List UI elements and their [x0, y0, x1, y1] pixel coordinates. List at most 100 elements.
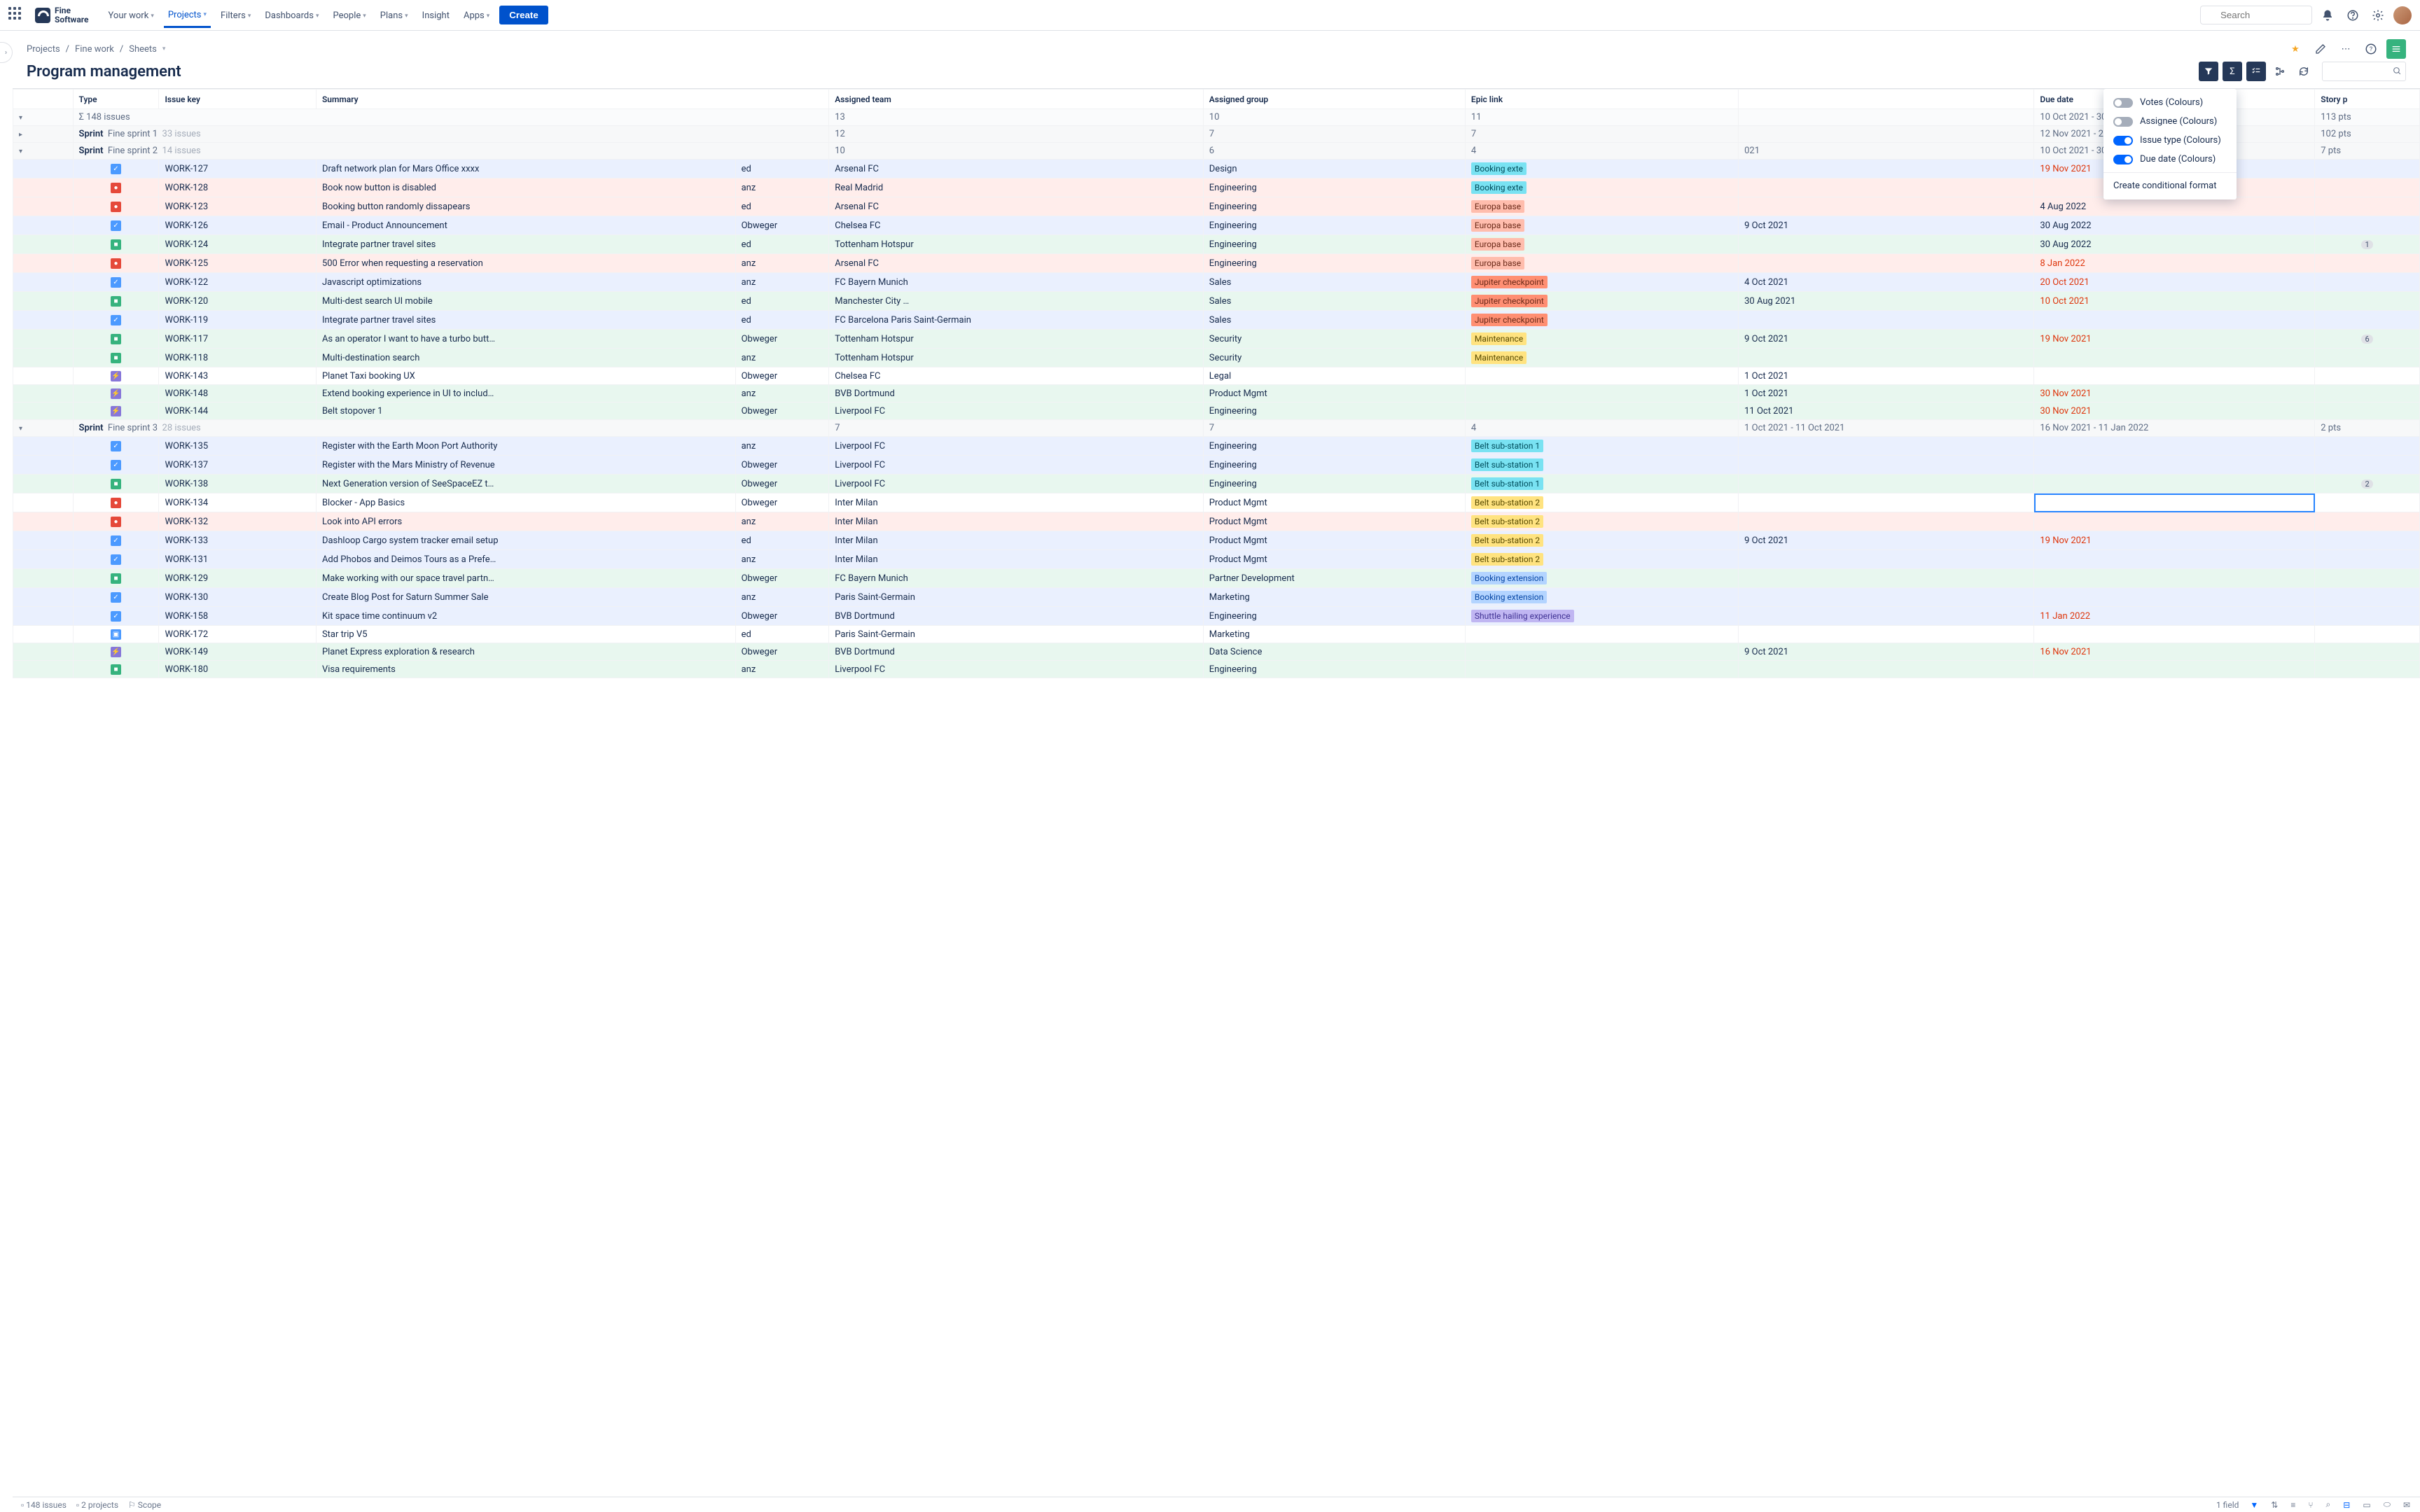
issue-pts [2315, 292, 2420, 311]
help-icon[interactable] [2343, 6, 2363, 25]
footer-funnel-icon[interactable]: ▼ [2248, 1500, 2260, 1510]
hierarchy-button[interactable] [2270, 62, 2290, 81]
sprint-row[interactable]: ▾ Sprint Fine sprint 3 28 issues 7741 Oc… [13, 420, 2420, 437]
view-funnel-button[interactable] [2199, 62, 2218, 81]
table-row[interactable]: ■ WORK-138 Next Generation version of Se… [13, 475, 2420, 493]
logo[interactable]: FineSoftware [35, 6, 89, 24]
star-icon[interactable]: ★ [2286, 39, 2305, 59]
footer-columns-icon[interactable]: ⊟ [2342, 1500, 2351, 1510]
pop-issuetype[interactable]: Issue type (Colours) [2103, 131, 2237, 150]
table-row[interactable]: ● WORK-132 Look into API errors anz Inte… [13, 512, 2420, 531]
table-row[interactable]: ● WORK-128 Book now button is disabled a… [13, 178, 2420, 197]
col-group[interactable]: Assigned group [1203, 90, 1465, 109]
issue-group: Design [1203, 160, 1465, 178]
global-search-input[interactable] [2200, 6, 2312, 24]
col-summary[interactable]: Summary [316, 90, 828, 109]
settings-icon[interactable] [2368, 6, 2388, 25]
issue-key: WORK-124 [159, 235, 316, 254]
issue-assignee: Obweger [735, 456, 829, 475]
table-row[interactable]: ■ WORK-120 Multi-dest search UI mobile e… [13, 292, 2420, 311]
table-row[interactable]: ● WORK-123 Booking button randomly dissa… [13, 197, 2420, 216]
pop-assignee[interactable]: Assignee (Colours) [2103, 112, 2237, 131]
footer-list-icon[interactable]: ≡ [2289, 1500, 2297, 1510]
table-row[interactable]: ⚡ WORK-149 Planet Express exploration & … [13, 643, 2420, 661]
notifications-icon[interactable] [2318, 6, 2337, 25]
table-row[interactable]: ✓ WORK-130 Create Blog Post for Saturn S… [13, 588, 2420, 607]
nav-apps[interactable]: Apps▾ [459, 3, 494, 28]
user-avatar[interactable] [2393, 6, 2412, 24]
table-row[interactable]: ■ WORK-117 As an operator I want to have… [13, 330, 2420, 349]
nav-plans[interactable]: Plans▾ [376, 3, 412, 28]
table-row[interactable]: ● WORK-125 500 Error when requesting a r… [13, 254, 2420, 273]
sprint-row[interactable]: ▸ Sprint Fine sprint 1 33 issues 127712 … [13, 126, 2420, 143]
table-row[interactable]: ✓ WORK-133 Dashloop Cargo system tracker… [13, 531, 2420, 550]
pop-create-format[interactable]: Create conditional format [2103, 176, 2237, 195]
pop-votes[interactable]: Votes (Colours) [2103, 93, 2237, 112]
nav-insight[interactable]: Insight [418, 3, 454, 28]
table-row[interactable]: ■ WORK-118 Multi-destination search anz … [13, 349, 2420, 368]
footer-branch-icon[interactable]: ⑂ [2307, 1500, 2314, 1510]
sidebar-expand-handle[interactable]: › [0, 42, 13, 63]
table-row[interactable]: ✓ WORK-126 Email - Product Announcement … [13, 216, 2420, 235]
table-row[interactable]: ⚡ WORK-144 Belt stopover 1 Obweger Liver… [13, 402, 2420, 420]
nav-filters[interactable]: Filters▾ [216, 3, 255, 28]
toggle-off-icon[interactable] [2113, 117, 2133, 127]
svg-text:?: ? [2370, 46, 2372, 53]
pop-duedate[interactable]: Due date (Colours) [2103, 150, 2237, 169]
crumb-sheets[interactable]: Sheets [129, 44, 157, 55]
table-row[interactable]: ■ WORK-180 Visa requirements anz Liverpo… [13, 661, 2420, 678]
table-row[interactable]: ✓ WORK-131 Add Phobos and Deimos Tours a… [13, 550, 2420, 569]
view-checklist-button[interactable] [2246, 62, 2266, 81]
table-row[interactable]: ■ WORK-124 Integrate partner travel site… [13, 235, 2420, 254]
crumb-projects[interactable]: Projects [27, 44, 60, 55]
nav-dashboards[interactable]: Dashboards▾ [260, 3, 323, 28]
issue-key: WORK-158 [159, 607, 316, 626]
app-switcher-icon[interactable] [8, 7, 25, 24]
sheet-view-icon[interactable] [2386, 39, 2406, 59]
more-icon[interactable]: ⋯ [2336, 39, 2356, 59]
create-button[interactable]: Create [499, 6, 548, 24]
footer-search-icon[interactable]: ⌕ [2325, 1499, 2332, 1510]
table-row[interactable]: ■ WORK-129 Make working with our space t… [13, 569, 2420, 588]
footer-sort-icon[interactable]: ⇅ [2269, 1500, 2279, 1510]
footer-toggle-icon[interactable]: ⬭ [2382, 1499, 2392, 1510]
table-row[interactable]: ⚡ WORK-148 Extend booking experience in … [13, 385, 2420, 402]
footer-scope[interactable]: ⚐ Scope [128, 1500, 161, 1510]
issue-key: WORK-148 [159, 385, 316, 402]
col-type[interactable]: Type [73, 90, 159, 109]
table-row[interactable]: ✓ WORK-127 Draft network plan for Mars O… [13, 160, 2420, 178]
footer-chart-icon[interactable]: ▭ [2361, 1500, 2372, 1510]
table-row[interactable]: ✓ WORK-119 Integrate partner travel site… [13, 311, 2420, 330]
col-epic[interactable]: Epic link [1465, 90, 1738, 109]
footer-issues[interactable]: ▫ 148 issues [21, 1500, 67, 1510]
table-row[interactable]: ✓ WORK-135 Register with the Earth Moon … [13, 437, 2420, 456]
table-row[interactable]: ▣ WORK-172 Star trip V5 ed Paris Saint-G… [13, 626, 2420, 643]
toggle-off-icon[interactable] [2113, 98, 2133, 108]
edit-icon[interactable] [2311, 39, 2330, 59]
refresh-button[interactable] [2294, 62, 2314, 81]
crumb-finework[interactable]: Fine work [75, 44, 114, 55]
footer-projects[interactable]: ▫ 2 projects [76, 1500, 118, 1510]
nav-your-work[interactable]: Your work▾ [104, 3, 158, 28]
issue-epic: Maintenance [1465, 330, 1738, 349]
table-row[interactable]: ✓ WORK-137 Register with the Mars Minist… [13, 456, 2420, 475]
sprint-row[interactable]: ▾ Sprint Fine sprint 2 14 issues 1064021… [13, 143, 2420, 160]
table-row[interactable]: ⚡ WORK-143 Planet Taxi booking UX Obwege… [13, 368, 2420, 385]
table-row[interactable]: ● WORK-134 Blocker - App Basics Obweger … [13, 493, 2420, 512]
issue-key: WORK-138 [159, 475, 316, 493]
help-page-icon[interactable]: ? [2361, 39, 2381, 59]
view-sigma-button[interactable]: Σ [2223, 62, 2242, 81]
issue-due [2034, 588, 2315, 607]
table-row[interactable]: ✓ WORK-158 Kit space time continuum v2 O… [13, 607, 2420, 626]
col-key[interactable]: Issue key [159, 90, 316, 109]
issue-epic: Jupiter checkpoint [1465, 311, 1738, 330]
nav-people[interactable]: People▾ [328, 3, 370, 28]
table-row[interactable]: ✓ WORK-122 Javascript optimizations anz … [13, 273, 2420, 292]
nav-projects[interactable]: Projects▾ [164, 3, 211, 28]
col-team[interactable]: Assigned team [829, 90, 1204, 109]
toggle-on-icon[interactable] [2113, 136, 2133, 146]
footer-mail-icon[interactable]: ✉ [2402, 1500, 2412, 1510]
col-pts[interactable]: Story p [2315, 90, 2420, 109]
toggle-on-icon[interactable] [2113, 155, 2133, 164]
issue-group: Engineering [1203, 235, 1465, 254]
